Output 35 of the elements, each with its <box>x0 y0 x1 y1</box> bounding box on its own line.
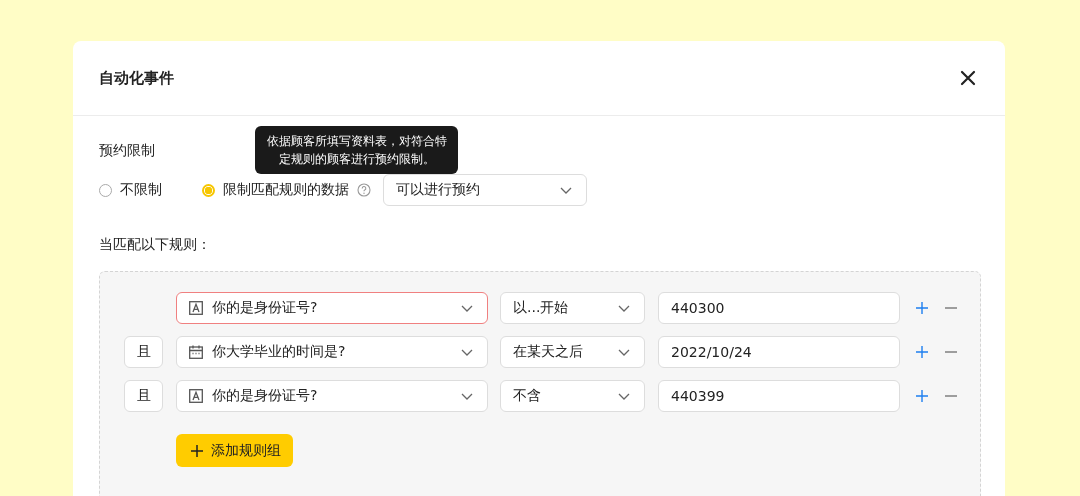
caret-icon <box>618 392 630 400</box>
plus-icon <box>191 444 203 457</box>
add-icon[interactable] <box>916 390 928 402</box>
operator-dropdown[interactable]: 以...开始 <box>500 292 645 324</box>
value-input[interactable]: 440300 <box>658 292 900 324</box>
operator-dropdown[interactable]: 在某天之后 <box>500 336 645 368</box>
field-dropdown[interactable]: 你大学毕业的时间是? <box>176 336 488 368</box>
caret-icon <box>461 304 473 312</box>
radio-option[interactable]: 不限制 <box>99 181 162 199</box>
caret-icon <box>560 186 572 194</box>
operator-dropdown[interactable]: 不含 <box>500 380 645 412</box>
field-dropdown[interactable]: 你的是身份证号? <box>176 380 488 412</box>
rules-label: 当匹配以下规则： <box>99 236 211 254</box>
calendar-icon <box>189 345 203 359</box>
caret-icon <box>461 348 473 356</box>
section-label: 预约限制 <box>99 142 155 160</box>
text-field-icon <box>189 301 203 315</box>
dialog-title: 自动化事件 <box>99 68 174 88</box>
caret-icon <box>618 304 630 312</box>
add-icon[interactable] <box>916 302 928 314</box>
caret-icon <box>618 348 630 356</box>
text-field-icon <box>189 389 203 403</box>
add-icon[interactable] <box>916 346 928 358</box>
add-rule-group-button[interactable]: 添加规则组 <box>176 434 293 467</box>
field-dropdown[interactable]: 你的是身份证号? <box>176 292 488 324</box>
caret-icon <box>461 392 473 400</box>
connector-button[interactable]: 且 <box>124 336 163 368</box>
connector-button[interactable]: 且 <box>124 380 163 412</box>
radio-option[interactable]: 限制匹配规则的数据 <box>202 181 349 199</box>
value-input[interactable]: 2022/10/24 <box>658 336 900 368</box>
close-icon[interactable] <box>960 70 976 86</box>
tooltip: 依据顾客所填写资料表，对符合特定规则的顾客进行预约限制。 <box>255 126 458 174</box>
value-input[interactable]: 440399 <box>658 380 900 412</box>
help-icon[interactable] <box>357 183 371 197</box>
action-dropdown[interactable]: 可以进行预约 <box>383 174 587 206</box>
